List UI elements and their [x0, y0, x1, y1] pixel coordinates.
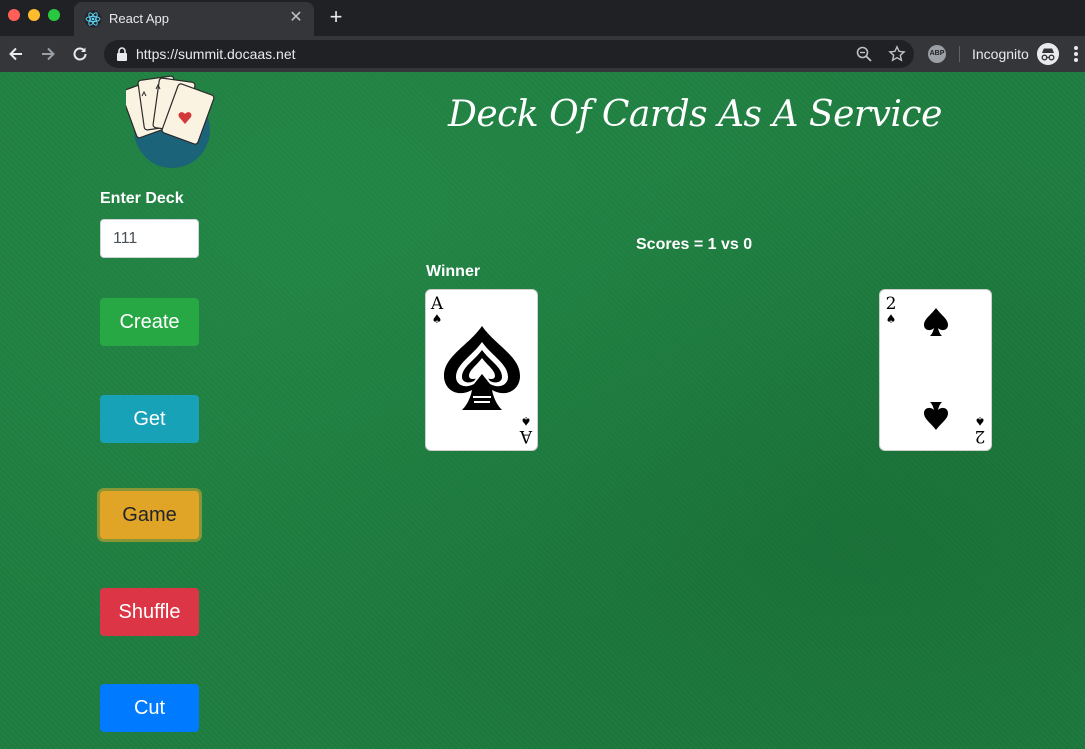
url-text[interactable]: https://summit.docaas.net [136, 46, 296, 62]
bookmark-star-icon[interactable] [888, 45, 906, 63]
spade-icon: ♠ [974, 414, 986, 428]
tab-close-icon[interactable]: ✕ [288, 9, 304, 27]
react-logo-icon [84, 10, 102, 28]
toolbar-divider [959, 46, 960, 62]
playing-card-ace-of-spades: A ♠ A ♠ [425, 289, 538, 451]
address-bar[interactable]: https://summit.docaas.net [104, 40, 914, 68]
tab-title: React App [109, 11, 169, 26]
back-arrow-icon[interactable] [6, 44, 26, 64]
get-button[interactable]: Get [100, 395, 199, 443]
create-button[interactable]: Create [100, 298, 199, 346]
game-button[interactable]: Game [100, 491, 199, 539]
maximize-window-button[interactable] [48, 9, 60, 21]
playing-card-two-of-spades: 2 ♠ 2 ♠ [879, 289, 992, 451]
winner-label: Winner [426, 263, 481, 280]
zoom-icon[interactable] [856, 46, 872, 62]
card-rank: A [430, 294, 444, 314]
browser-tab-bar: React App ✕ + [0, 0, 1085, 36]
deck-label: Enter Deck [100, 190, 184, 207]
spade-icon: ♠ [520, 414, 532, 428]
card-corner-top: 2 ♠ [884, 294, 898, 326]
browser-tab[interactable]: React App ✕ [74, 2, 314, 36]
scores-text: Scores = 1 vs 0 [636, 236, 753, 253]
spade-icon: ♠ [885, 312, 897, 326]
minimize-window-button[interactable] [28, 9, 40, 21]
shuffle-button[interactable]: Shuffle [100, 588, 199, 636]
browser-toolbar: https://summit.docaas.net ABP Incognito [0, 36, 1085, 72]
card-corner-bottom: A ♠ [519, 414, 533, 446]
cut-button[interactable]: Cut [100, 684, 199, 732]
card-rank: 2 [885, 294, 897, 314]
forward-arrow-icon[interactable] [38, 44, 58, 64]
deck-input[interactable] [100, 219, 199, 258]
incognito-icon[interactable] [1037, 43, 1059, 65]
card-corner-top: A ♠ [430, 294, 444, 326]
spade-icon: ♠ [431, 312, 443, 326]
page-title: Deck Of Cards As A Service [448, 94, 942, 135]
browser-menu-icon[interactable] [1074, 46, 1078, 62]
card-corner-bottom: 2 ♠ [973, 414, 987, 446]
card-rank: A [519, 426, 533, 446]
card-rank: 2 [974, 426, 986, 446]
playing-cards-logo-icon [126, 75, 215, 168]
close-window-button[interactable] [8, 9, 20, 21]
incognito-label[interactable]: Incognito [972, 46, 1029, 62]
felt-table-background: Deck Of Cards As A Service Enter Deck Cr… [0, 72, 1085, 749]
adblock-icon[interactable]: ABP [928, 45, 946, 63]
lock-icon [117, 47, 127, 61]
reload-icon[interactable] [70, 44, 90, 64]
new-tab-button[interactable]: + [326, 6, 346, 28]
